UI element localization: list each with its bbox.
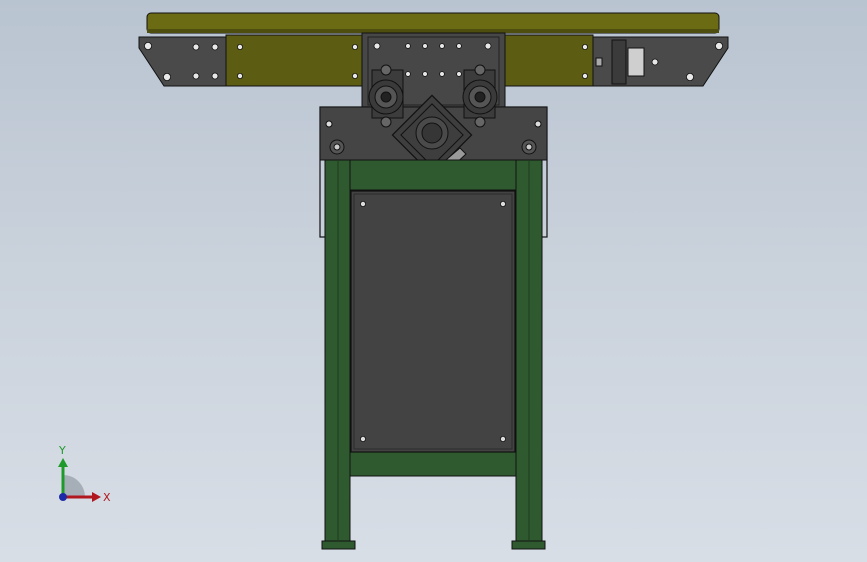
belt-top-edge bbox=[147, 29, 719, 33]
left-foot[interactable] bbox=[321, 540, 356, 550]
x-axis-arrow bbox=[92, 492, 101, 502]
triad-rotation-arc bbox=[63, 475, 85, 497]
tensioner-block[interactable] bbox=[611, 39, 627, 85]
flange-bolt-right-core bbox=[525, 143, 533, 151]
right-side-rail[interactable] bbox=[504, 34, 594, 87]
cad-viewport[interactable]: Y X bbox=[0, 0, 867, 562]
coordinate-triad: Y X bbox=[58, 444, 111, 504]
frame-top-beam[interactable] bbox=[324, 159, 543, 191]
flange-hole-left-top bbox=[325, 120, 333, 128]
flange-bolt-left-core bbox=[333, 143, 341, 151]
tensioner-slot bbox=[627, 47, 645, 77]
y-axis-arrow bbox=[58, 458, 68, 467]
gearbox-shaft-core bbox=[421, 122, 443, 144]
right-drive-pulley[interactable] bbox=[462, 64, 498, 128]
flange-hole-right-top bbox=[534, 120, 542, 128]
left-side-rail[interactable] bbox=[225, 34, 363, 87]
x-axis-label: X bbox=[103, 491, 111, 504]
right-foot[interactable] bbox=[511, 540, 546, 550]
electrical-panel[interactable] bbox=[350, 190, 516, 453]
left-drive-pulley[interactable] bbox=[368, 64, 404, 128]
conveyor-model[interactable] bbox=[0, 0, 867, 562]
z-axis-dot bbox=[59, 493, 67, 501]
y-axis-label: Y bbox=[58, 444, 66, 457]
tensioner-pin bbox=[595, 57, 603, 67]
frame-lower-beam[interactable] bbox=[349, 451, 517, 477]
